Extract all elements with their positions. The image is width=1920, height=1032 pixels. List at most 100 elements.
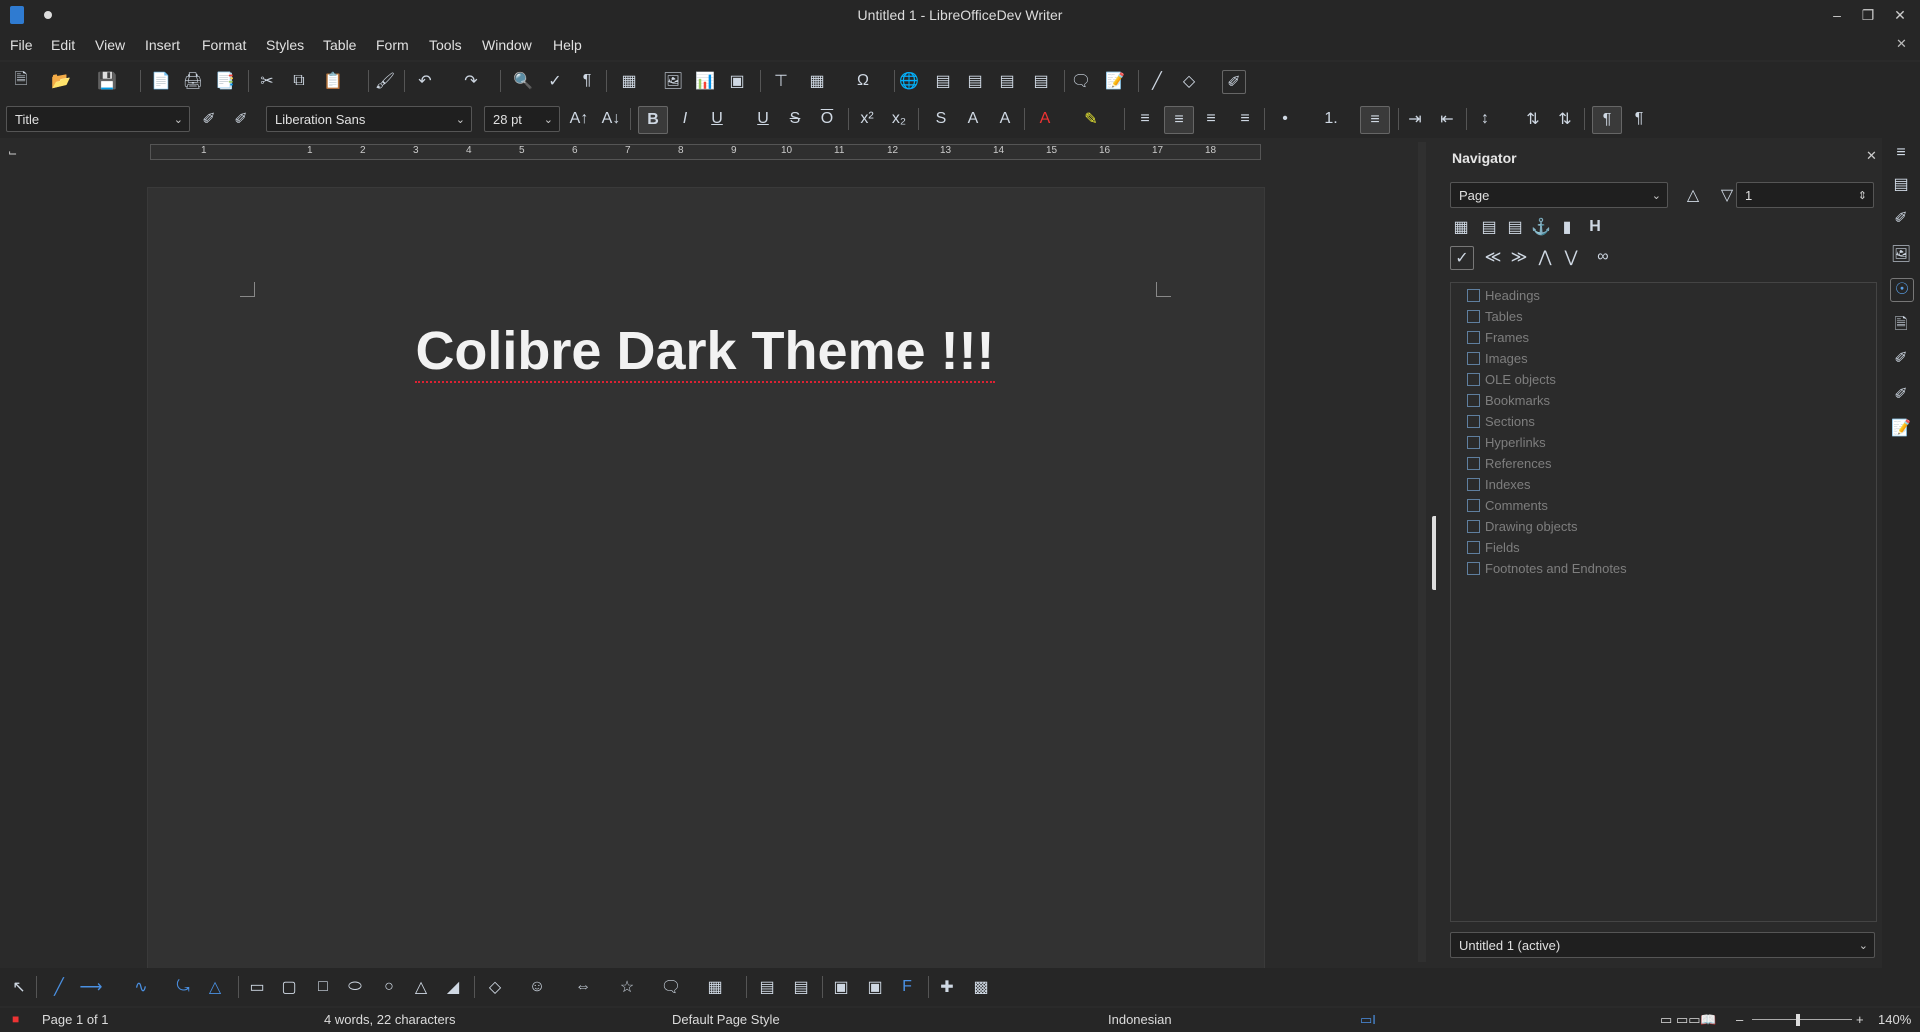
selection-mode-icon[interactable]: ▭I <box>1360 1012 1376 1028</box>
basic-shapes-icon[interactable]: ◇ <box>1178 70 1200 92</box>
line-arrow-icon[interactable]: ⟶ <box>80 976 103 998</box>
nav-item-hyperlinks[interactable]: Hyperlinks <box>1485 435 1546 450</box>
spellcheck-icon[interactable]: ✓ <box>544 70 566 92</box>
freeform-icon[interactable]: ⤿ <box>172 976 194 998</box>
zoom-slider-thumb[interactable] <box>1796 1014 1800 1026</box>
zoom-out-icon[interactable]: – <box>1736 1012 1743 1027</box>
vertical-scrollbar[interactable] <box>1418 142 1426 962</box>
insert-table-icon[interactable]: ▦ <box>618 70 640 92</box>
circle-icon[interactable]: ○ <box>378 976 400 998</box>
font-size-combo[interactable]: 28 pt ⌄ <box>484 106 560 132</box>
update-style-icon[interactable]: ✐ <box>198 108 220 130</box>
navigator-icon[interactable]: ☉ <box>1890 278 1914 302</box>
numbering-icon[interactable]: 1. <box>1320 108 1342 130</box>
nav-item-frames[interactable]: Frames <box>1485 330 1529 345</box>
footnote-icon[interactable]: ▤ <box>932 70 954 92</box>
send-back-icon[interactable]: ▤ <box>790 976 812 998</box>
navigate-by-combo[interactable]: Page ⌄ <box>1450 182 1668 208</box>
zoom-slider[interactable] <box>1752 1019 1852 1020</box>
menu-styles[interactable]: Styles <box>266 37 304 53</box>
insert-image-icon[interactable]: 🖼 <box>662 70 684 92</box>
menu-tools[interactable]: Tools <box>429 37 462 53</box>
fontwork-icon[interactable]: F <box>896 976 918 998</box>
page-style[interactable]: Default Page Style <box>672 1012 780 1027</box>
nav-item-tables[interactable]: Tables <box>1485 309 1523 324</box>
anchor-icon[interactable]: ⚓ <box>1530 216 1552 238</box>
properties-icon[interactable]: ▤ <box>1890 174 1912 196</box>
menu-form[interactable]: Form <box>376 37 409 53</box>
tab-stop-icon[interactable]: ⌙ <box>8 146 17 159</box>
strikethrough-icon[interactable]: S <box>784 108 806 130</box>
word-count[interactable]: 4 words, 22 characters <box>324 1012 456 1027</box>
curve-icon[interactable]: ∿ <box>130 976 152 998</box>
vertical-text-icon[interactable]: ▣ <box>864 976 886 998</box>
tracking-checkbox-icon[interactable]: ✓ <box>1450 246 1474 270</box>
font-color-icon[interactable]: A <box>1034 108 1056 130</box>
menu-edit[interactable]: Edit <box>51 37 75 53</box>
navigator-tree[interactable]: Headings Tables Frames Images OLE object… <box>1450 282 1877 922</box>
decrease-paragraph-spacing-icon[interactable]: ⇅ <box>1554 108 1576 130</box>
right-to-left-icon[interactable]: ¶ <box>1628 108 1650 130</box>
basic-shapes-icon[interactable]: ◇ <box>484 976 506 998</box>
new-document-icon[interactable]: 🗎 <box>10 70 32 92</box>
comment-icon[interactable]: 🗨 <box>1070 70 1092 92</box>
align-right-icon[interactable]: ≡ <box>1200 108 1222 130</box>
callouts-icon[interactable]: 🗨 <box>660 976 682 998</box>
increase-font-icon[interactable]: A↑ <box>568 108 590 130</box>
next-icon[interactable]: ▽ <box>1716 184 1738 206</box>
decrease-font-icon[interactable]: A↓ <box>600 108 622 130</box>
bookmark-icon[interactable]: ▤ <box>996 70 1018 92</box>
page-break-icon[interactable]: ⊤ <box>770 70 792 92</box>
document-heading[interactable]: Colibre Dark Theme !!! <box>340 320 1070 383</box>
polygon-icon[interactable]: △ <box>204 976 226 998</box>
track-changes-icon[interactable]: 📝 <box>1104 70 1126 92</box>
print-preview-icon[interactable]: 📑 <box>214 70 236 92</box>
line-icon[interactable]: ╱ <box>48 976 70 998</box>
multi-page-view-icon[interactable]: ▭▭ <box>1676 1012 1701 1028</box>
insert-textbox-icon[interactable]: ▣ <box>726 70 748 92</box>
symbol-shapes-icon[interactable]: ☺ <box>526 976 548 998</box>
print-icon[interactable]: 🖨 <box>182 70 204 92</box>
hyperlink-icon[interactable]: 🌐 <box>898 70 920 92</box>
double-underline-icon[interactable]: U <box>752 108 774 130</box>
bullets-icon[interactable]: • <box>1274 108 1296 130</box>
nav-item-drawing-objects[interactable]: Drawing objects <box>1485 519 1578 534</box>
subscript-icon[interactable]: x₂ <box>888 108 910 130</box>
footer-icon[interactable]: ▤ <box>1504 216 1526 238</box>
horizontal-ruler[interactable]: 1 1 2 3 4 5 6 7 8 9 10 11 12 13 14 15 16… <box>150 144 1261 160</box>
drag-mode-icon[interactable]: ∞ <box>1592 246 1614 268</box>
rectangle-icon[interactable]: ▭ <box>246 976 268 998</box>
nav-item-images[interactable]: Images <box>1485 351 1528 366</box>
increase-paragraph-spacing-icon[interactable]: ⇅ <box>1522 108 1544 130</box>
nav-item-references[interactable]: References <box>1485 456 1551 471</box>
minimize-icon[interactable]: – <box>1825 5 1849 25</box>
menu-help[interactable]: Help <box>553 37 582 53</box>
nav-item-bookmarks[interactable]: Bookmarks <box>1485 393 1550 408</box>
increase-indent-icon[interactable]: ⇥ <box>1404 108 1426 130</box>
active-document-combo[interactable]: Untitled 1 (active) ⌄ <box>1450 932 1875 958</box>
cut-icon[interactable]: ✂ <box>256 70 278 92</box>
reminder-icon[interactable]: ▮ <box>1556 216 1578 238</box>
justify-icon[interactable]: ≡ <box>1234 108 1256 130</box>
outline-font-icon[interactable]: A <box>962 108 984 130</box>
restore-icon[interactable]: ❐ <box>1856 5 1880 25</box>
stars-icon[interactable]: ☆ <box>616 976 638 998</box>
paragraph-style-combo[interactable]: Title ⌄ <box>6 106 190 132</box>
previous-icon[interactable]: △ <box>1682 184 1704 206</box>
clear-formatting-icon[interactable]: A <box>994 108 1016 130</box>
insert-line-icon[interactable]: ╱ <box>1146 70 1168 92</box>
page-icon[interactable]: 🗎 <box>1890 314 1912 336</box>
shadow-icon[interactable]: S <box>930 108 952 130</box>
font-name-combo[interactable]: Liberation Sans ⌄ <box>266 106 472 132</box>
gallery-icon[interactable]: 🖼 <box>1890 244 1912 266</box>
nav-item-comments[interactable]: Comments <box>1485 498 1548 513</box>
align-left-icon[interactable]: ≡ <box>1134 108 1156 130</box>
heading-levels-icon[interactable]: H <box>1584 216 1606 238</box>
nav-item-headings[interactable]: Headings <box>1485 288 1540 303</box>
demote-chapter-icon[interactable]: ≫ <box>1508 246 1530 268</box>
sidebar-menu-icon[interactable]: ≡ <box>1890 142 1912 164</box>
text-language[interactable]: Indonesian <box>1108 1012 1172 1027</box>
zoom-in-icon[interactable]: + <box>1856 1012 1864 1027</box>
nav-item-ole-objects[interactable]: OLE objects <box>1485 372 1556 387</box>
clone-formatting-icon[interactable]: 🖌 <box>374 70 396 92</box>
